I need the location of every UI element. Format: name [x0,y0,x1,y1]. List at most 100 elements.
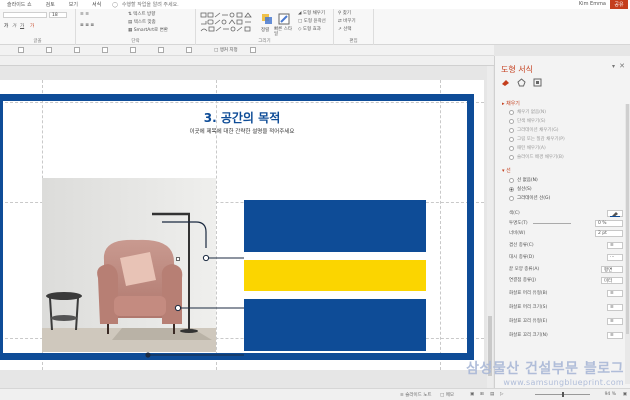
quick-icon-1[interactable] [18,47,24,53]
prop-label: 화살표 꼬리 유형(E) [509,319,548,324]
reading-view-icon[interactable]: ▤ [490,392,494,397]
pane-scrollbar[interactable] [625,104,630,384]
replace-button[interactable]: ⇄ 바꾸기 [338,18,356,24]
scrollbar-thumb[interactable] [626,104,629,334]
slide[interactable]: 3. 공간의 목적 이곳에 제목에 대한 간략한 설명을 적어주세요 [0,80,484,370]
quick-icon-4[interactable] [102,47,108,53]
font-color-button[interactable]: 가 [30,23,34,29]
quick-icon-6[interactable] [158,47,164,53]
prop-width: 너비(W) 2 pt [509,230,623,237]
font-name-box[interactable] [3,12,47,18]
fill-option[interactable]: 그림 또는 질감 채우기(P) [509,136,565,142]
fill-option-label: 그라데이션 채우기(G) [517,128,559,133]
slide-subtitle[interactable]: 이곳에 제목에 대한 간략한 설명을 적어주세요 [0,127,484,135]
fit-slide-icon[interactable]: ▣ [623,392,627,397]
quick-icon-7[interactable] [186,47,192,53]
transparency-input[interactable]: 0 % [595,220,623,227]
quick-icon-8[interactable] [250,47,256,53]
quick-styles-label: 빠른 스타일 [274,27,292,37]
bold-button[interactable]: 가 [4,23,8,29]
compound-type-dropdown[interactable]: ≡ [607,242,623,249]
quick-styles-button[interactable] [277,11,291,25]
tab-format[interactable]: 서식 [85,1,108,8]
user-name[interactable]: Kim Emma [579,1,606,7]
begin-arrow-type-dropdown[interactable]: ≡ [607,290,623,297]
width-input[interactable]: 2 pt [595,230,623,237]
tab-view[interactable]: 보기 [62,1,85,8]
end-arrow-size-dropdown[interactable]: ≡ [607,332,623,339]
blue-bar-top[interactable] [244,200,426,252]
normal-view-icon[interactable]: ▣ [470,392,474,397]
quick-icon-2[interactable] [46,47,52,53]
zoom-level[interactable]: 94 % [605,392,616,397]
begin-arrow-size-dropdown[interactable]: ≡ [607,304,623,311]
smartart-button[interactable]: ▦ SmartArt로 변환 [128,27,168,33]
effects-icon[interactable] [517,78,526,87]
close-icon[interactable]: ✕ [619,62,625,70]
cap-type-dropdown[interactable]: 평면 [601,266,623,273]
share-button[interactable]: 공유 [610,0,628,9]
end-arrow-type-dropdown[interactable]: ≡ [607,318,623,325]
color-picker-button[interactable] [607,210,623,217]
canvas-scrollbar[interactable] [487,66,493,388]
blue-bar-bottom[interactable] [244,299,426,351]
quick-icon-3[interactable] [74,47,80,53]
line-option[interactable]: 그라데이션 선(G) [509,195,550,201]
join-type-dropdown[interactable]: 미터 [601,277,623,284]
prop-value: 미터 [604,278,613,284]
size-properties-icon[interactable] [533,78,542,87]
font-size-box[interactable]: 18 [49,12,67,18]
shape-outline-button[interactable]: □ 도형 윤곽선 [298,18,326,24]
bullets-icon[interactable]: ≡ ≡ [80,12,89,17]
tell-me-search[interactable]: 수행할 작업을 알려 주세요. [122,1,179,8]
pane-category-icons [501,78,542,87]
fill-option[interactable]: 채우기 없음(N) [509,109,546,115]
selection-handle[interactable] [176,257,180,261]
fill-option[interactable]: 그라데이션 채우기(G) [509,127,559,133]
dash-type-dropdown[interactable]: ⋯ [607,254,623,261]
shapes-gallery[interactable] [200,12,258,36]
fill-option[interactable]: 패턴 채우기(A) [509,145,546,151]
slide-sorter-icon[interactable]: ⊞ [480,392,484,397]
prop-end-arrow-type: 화살표 꼬리 유형(E) ≡ [509,318,623,325]
arrange-button[interactable] [260,11,274,25]
fill-option[interactable]: 슬라이드 배경 채우기(B) [509,154,564,160]
line-section-header[interactable]: ▾ 선 [502,167,511,174]
yellow-bar[interactable] [244,260,426,291]
smartart-label: SmartArt로 변환 [133,28,168,33]
line-option[interactable]: 선 없음(N) [509,177,538,183]
find-button[interactable]: ⚲ 찾기 [338,10,351,16]
fill-section-header[interactable]: ▸ 채우기 [502,100,520,107]
prop-color: 색(C) [509,210,623,217]
fill-option[interactable]: 단색 채우기(S) [509,118,546,124]
select-button[interactable]: ↗ 선택 [338,26,351,32]
italic-button[interactable]: 가 [12,23,16,29]
quick-icon-5[interactable] [130,47,136,53]
underline-button[interactable]: 가 [20,23,24,29]
fill-line-icon[interactable] [501,78,510,87]
line-section-label: 선 [506,168,511,174]
shape-outline-label: 도형 윤곽선 [303,19,326,24]
anchor-button[interactable]: □ 앵커 지정 [214,47,238,53]
shape-effects-button[interactable]: ◇ 도형 효과 [298,26,321,32]
comments-button[interactable]: □ 메모 [440,392,454,398]
notes-button[interactable]: ≡ 슬라이드 노트 [400,392,431,398]
zoom-slider-thumb[interactable] [562,392,564,397]
chevron-down-icon[interactable]: ▾ [612,63,615,70]
pane-title: 도형 서식 [501,65,533,74]
shape-fill-label: 도형 채우기 [302,11,326,16]
slide-title[interactable]: 3. 공간의 목적 [0,109,484,126]
comments-label: 메모 [445,393,454,398]
transparency-slider[interactable] [533,223,571,224]
text-align-button[interactable]: ▤ 텍스트 맞춤 [128,19,156,25]
armchair-photo[interactable] [42,178,216,352]
tab-review[interactable]: 검토 [39,1,62,8]
align-icons[interactable]: ≣ ≣ ≣ [80,23,94,28]
fill-section-label: 채우기 [506,101,520,107]
line-option-selected[interactable]: 실선(S) [509,186,532,192]
slideshow-icon[interactable]: ▷ [500,392,503,397]
shape-fill-button[interactable]: ◢ 도형 채우기 [298,10,325,16]
tab-slideshow[interactable]: 슬라이드 쇼 [0,1,39,8]
text-direction-button[interactable]: ⇅ 텍스트 방향 [128,11,155,17]
status-bar: ≡ 슬라이드 노트 □ 메모 ▣ ⊞ ▤ ▷ 94 % ▣ [0,388,630,400]
